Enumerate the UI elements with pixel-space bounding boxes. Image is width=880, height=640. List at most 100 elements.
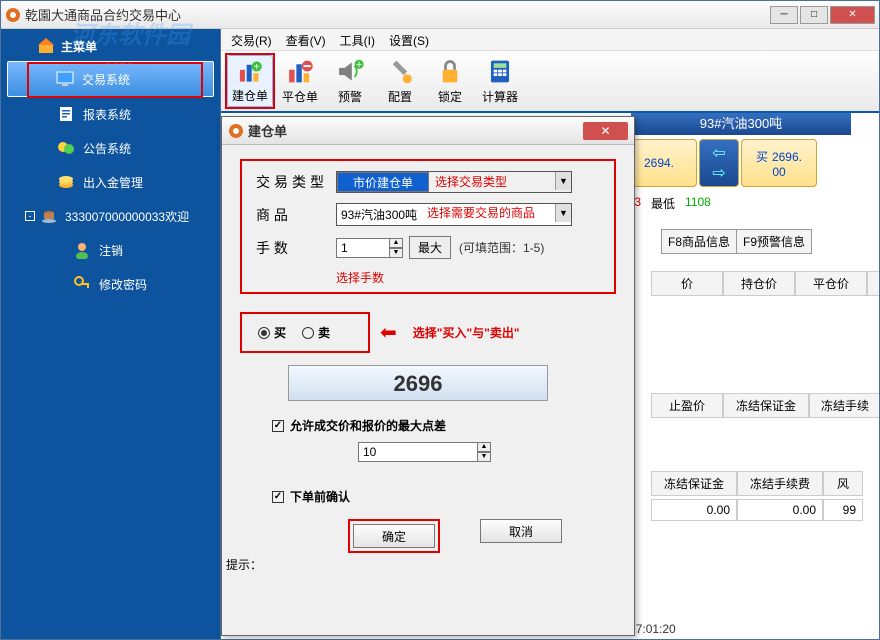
grid-header-row1: 价 持仓价 平仓价 止损价	[651, 271, 879, 296]
product-combo-value[interactable]: 93#汽油300吨	[337, 204, 421, 225]
cancel-button[interactable]: 取消	[480, 519, 562, 543]
grid-value-row: 0.00 0.00 99	[651, 499, 863, 521]
cup-icon	[41, 207, 59, 225]
title-bar: 乾園大通商品合约交易中心 ─ □ ✕	[1, 1, 879, 29]
row-product: 商 品 93#汽油300吨 选择需要交易的商品 ▼	[256, 203, 600, 226]
type-combo[interactable]: 市价建仓单	[337, 172, 429, 192]
form-red-frame: 交易类型 市价建仓单 选择交易类型 ▼ 商 品 93#汽油300吨 选择需要交易…	[240, 159, 616, 294]
dialog-title: 建仓单	[248, 121, 583, 140]
tree-collapse-icon[interactable]: -	[25, 211, 35, 221]
sidebar-item-label: 交易系统	[82, 71, 130, 88]
checkbox-spread[interactable]: ✓	[272, 420, 284, 432]
bar-minus-icon	[284, 57, 316, 86]
maximize-button[interactable]: □	[800, 6, 828, 24]
dialog-title-bar: 建仓单 ✕	[222, 117, 634, 145]
menu-trade[interactable]: 交易(R)	[231, 32, 272, 47]
window-title: 乾園大通商品合约交易中心	[25, 5, 770, 24]
minimize-button[interactable]: ─	[770, 6, 798, 24]
sidebar: 主菜单 交易系统 报表系统 公告系统 出入金管理 -	[1, 29, 221, 639]
dropdown-arrow-icon[interactable]: ▼	[555, 204, 571, 222]
sidebar-account-node[interactable]: - 333007000000033欢迎	[1, 199, 220, 233]
sidebar-item-label: 注销	[99, 242, 123, 259]
sidebar-item-label: 修改密码	[99, 276, 147, 293]
label-type: 交易类型	[256, 172, 336, 192]
sidebar-item-password[interactable]: 修改密码	[1, 267, 220, 301]
row-allow-spread: ✓ 允许成交价和报价的最大点差	[272, 417, 616, 434]
row-trade-type: 交易类型 市价建仓单 选择交易类型 ▼	[256, 171, 600, 193]
tool-lock[interactable]: 锁定	[427, 55, 473, 107]
sidebar-item-trading[interactable]: 交易系统	[7, 61, 214, 97]
menu-settings[interactable]: 设置(S)	[389, 32, 429, 47]
key-icon	[73, 275, 91, 293]
points-spinner[interactable]: ▲▼	[477, 442, 491, 462]
sidebar-item-report[interactable]: 报表系统	[1, 97, 220, 131]
buysell-hint: 选择"买入"与"卖出"	[413, 324, 520, 341]
coins-icon	[57, 173, 75, 191]
lock-icon	[434, 57, 466, 86]
sidebar-item-label: 出入金管理	[83, 174, 143, 191]
menu-tools[interactable]: 工具(I)	[340, 32, 375, 47]
svg-text:+: +	[356, 59, 362, 71]
sidebar-item-funds[interactable]: 出入金管理	[1, 165, 220, 199]
row-qty: 手 数 1 ▲▼ 最大 (可填范围：1-5)	[256, 236, 600, 259]
dialog-button-row: 确定 取消	[348, 519, 616, 553]
buy-sell-frame: 买 卖	[240, 312, 370, 353]
tab-product-info[interactable]: F8商品信息	[661, 229, 737, 254]
sidebar-item-logout[interactable]: 注销	[1, 233, 220, 267]
type-hint: 选择交易类型	[435, 172, 555, 192]
max-button[interactable]: 最大	[409, 236, 451, 259]
tool-alert[interactable]: + 预警	[327, 55, 373, 107]
dialog-close-button[interactable]: ✕	[583, 122, 628, 140]
report-icon	[57, 105, 75, 123]
tab-alert-info[interactable]: F9预警信息	[736, 229, 812, 254]
qty-spinner[interactable]: ▲▼	[389, 238, 403, 258]
product-header: 93#汽油300吨	[631, 113, 851, 135]
qty-hint: 选择手数	[336, 269, 600, 286]
user-icon	[73, 241, 91, 259]
price-display: 2696	[288, 365, 548, 401]
ok-button[interactable]: 确定	[353, 524, 435, 548]
ticker-group: 2694. ⇦⇨ 买 2696. 00	[621, 139, 817, 187]
qty-range-hint: (可填范围：1-5)	[459, 239, 544, 256]
label-qty: 手 数	[256, 238, 336, 258]
tool-config[interactable]: 配置	[377, 55, 423, 107]
sidebar-header: 主菜单	[1, 31, 220, 61]
points-input[interactable]: 10	[358, 442, 478, 462]
label-allow-spread: 允许成交价和报价的最大点差	[290, 417, 446, 434]
sidebar-item-label: 报表系统	[83, 106, 131, 123]
ticker-arrows: ⇦⇨	[699, 139, 739, 187]
dialog-bottom-hint: 提示：	[226, 556, 262, 573]
monitor-icon	[56, 70, 74, 88]
ticker-right[interactable]: 买 2696. 00	[741, 139, 817, 187]
label-confirm: 下单前确认	[290, 488, 350, 505]
app-icon	[5, 7, 21, 23]
info-tabs: F8商品信息 F9预警信息	[661, 229, 811, 254]
dialog-icon	[228, 123, 244, 139]
bar-plus-icon: +	[234, 58, 266, 85]
tool-open-position[interactable]: + 建仓单	[227, 55, 273, 107]
tool-calculator[interactable]: 计算器	[477, 55, 523, 107]
grid-header-row2: 止盈价 冻结保证金 冻结手续	[651, 393, 879, 418]
chat-icon	[57, 139, 75, 157]
radio-sell[interactable]: 卖	[302, 324, 330, 341]
tool-close-position[interactable]: 平仓单	[277, 55, 323, 107]
wrench-icon	[384, 57, 416, 86]
checkbox-confirm[interactable]: ✓	[272, 491, 284, 503]
dropdown-arrow-icon[interactable]: ▼	[555, 172, 571, 190]
home-icon	[37, 37, 55, 55]
calculator-icon	[484, 57, 516, 86]
arrow-left-icon: ⬅	[380, 320, 397, 345]
ok-red-frame: 确定	[348, 519, 440, 553]
product-hint: 选择需要交易的商品	[427, 204, 555, 225]
menu-view[interactable]: 查看(V)	[286, 32, 326, 47]
speaker-icon: +	[334, 57, 366, 86]
label-product: 商 品	[256, 205, 336, 225]
radio-buy[interactable]: 买	[258, 324, 286, 341]
radio-unchecked-icon	[302, 327, 314, 339]
close-button[interactable]: ✕	[830, 6, 875, 24]
toolbar: + 建仓单 平仓单 + 预警 配置 锁定	[221, 51, 879, 113]
qty-input[interactable]: 1	[336, 238, 390, 258]
open-position-dialog: 建仓单 ✕ 交易类型 市价建仓单 选择交易类型 ▼ 商 品 93#汽油300吨 …	[221, 116, 635, 636]
row-confirm: ✓ 下单前确认	[272, 488, 616, 505]
sidebar-item-announce[interactable]: 公告系统	[1, 131, 220, 165]
